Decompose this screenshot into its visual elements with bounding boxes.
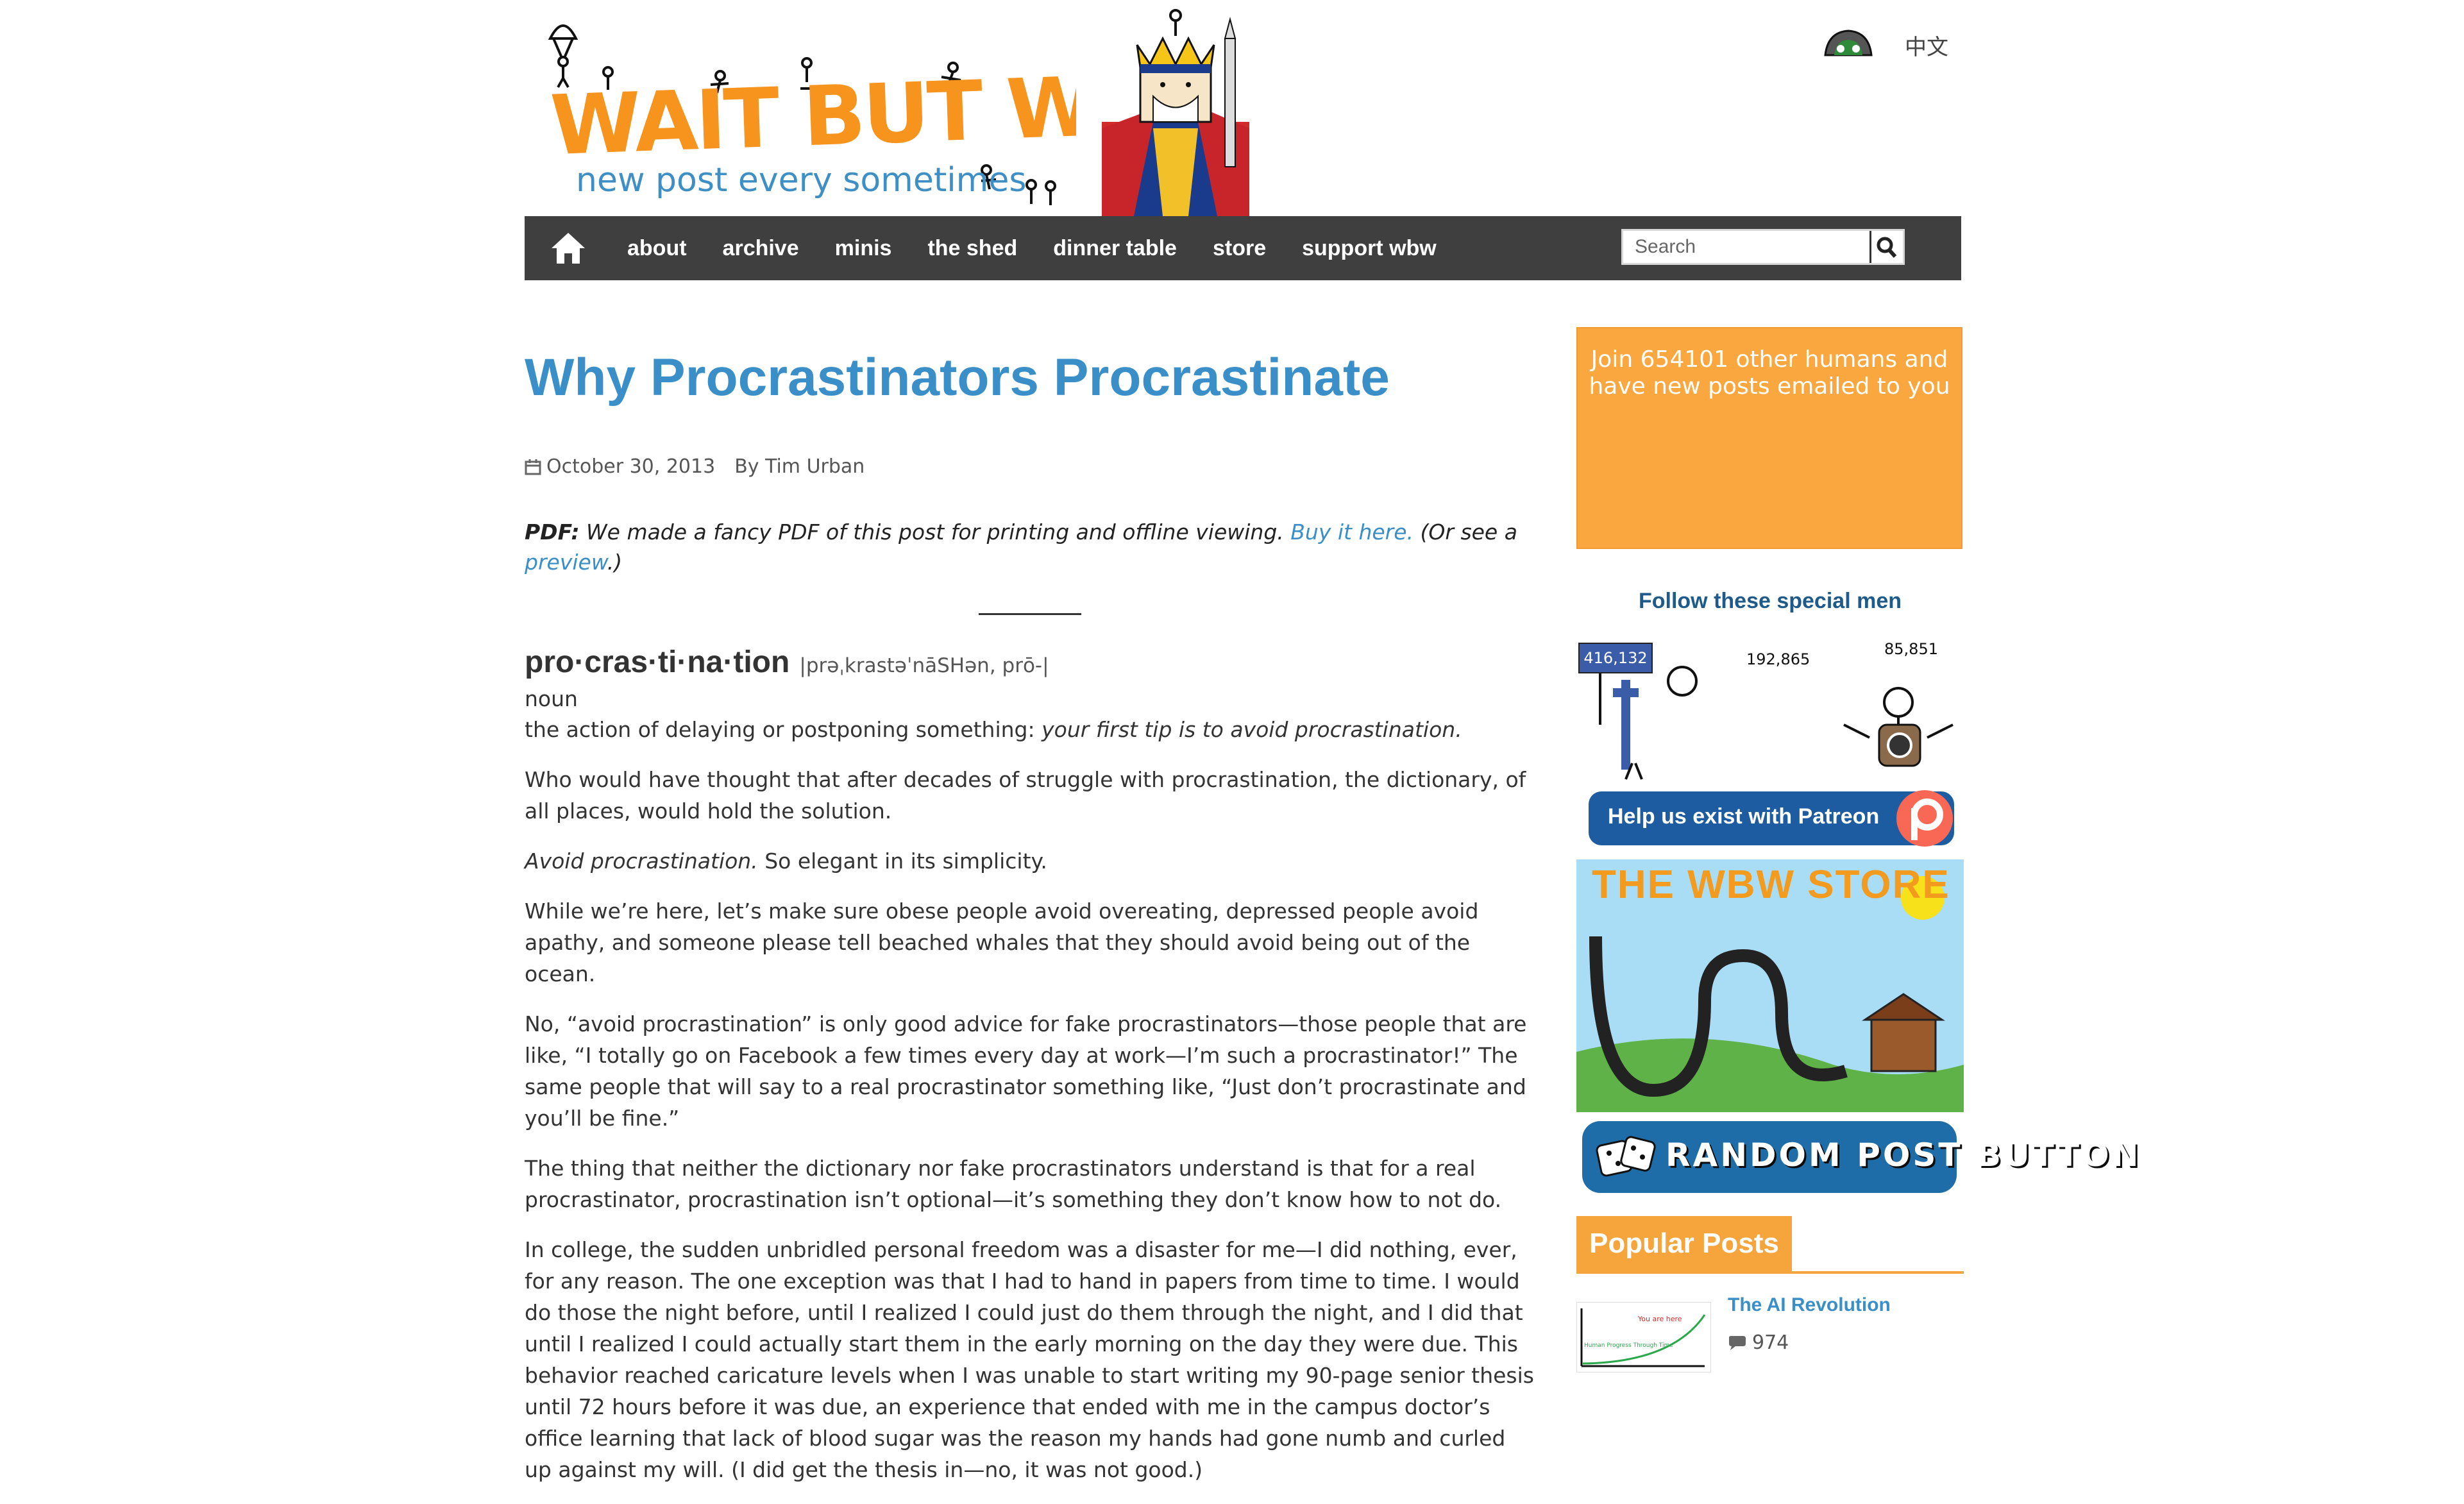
definition-word: pro·cras·ti·na·tion [525,645,790,679]
patreon-icon [1896,790,1953,847]
search-box [1621,229,1905,265]
popular-post-item[interactable]: You are here Human Progress Through Time… [1576,1294,1964,1373]
nav-item-dinner-table[interactable]: dinner table [1053,236,1177,261]
section-divider [979,613,1081,615]
definition-meaning-text: the action of delaying or postponing som… [525,716,1035,742]
dice-icon [1596,1136,1656,1177]
store-banner[interactable]: THE WBW STORE [1576,859,1964,1112]
definition-type: noun [525,686,578,711]
thumb-you-are-here: You are here [1637,1315,1682,1323]
store-title: THE WBW STORE [1592,863,1950,907]
nav-item-the-shed[interactable]: the shed [927,236,1017,261]
popular-post-thumbnail: You are here Human Progress Through Time [1576,1302,1711,1373]
twitter-count[interactable]: 192,865 [1746,650,1810,668]
language-link[interactable]: 中文 [1905,30,1948,61]
instagram-count[interactable]: 85,851 [1876,640,1946,658]
definition-block: pro·cras·ti·na·tion |prəˌkrastəˈnāSHən, … [525,645,1538,745]
thumb-axis-label: Human Progress Through Time [1584,1342,1673,1349]
paragraph: Avoid procrastination. So elegant in its… [525,845,1538,877]
buy-pdf-link[interactable]: Buy it here. [1290,520,1413,545]
definition-pronunciation: |prəˌkrastəˈnāSHən, prō-| [799,654,1049,677]
facebook-count[interactable]: 416,132 [1578,643,1653,673]
paragraph: The thing that neither the dictionary no… [525,1156,1502,1213]
comment-icon [1729,1335,1746,1350]
paragraph: No, “avoid procrastination” is only good… [525,1011,1527,1131]
random-post-button[interactable]: RANDOM POST BUTTON [1582,1121,2138,1193]
search-icon [1877,237,1897,258]
post-title[interactable]: Why Procrastinators Procrastinate [525,346,1538,409]
popular-posts-title: Popular Posts [1576,1216,1792,1271]
popular-post-comments: 974 [1728,1331,1789,1354]
post-date: October 30, 2013 [546,455,716,478]
definition-meaning: the action of delaying or postponing som… [525,714,1538,745]
paragraph-text: So elegant in its simplicity. [764,849,1047,874]
definition-example: your first tip is to avoid procrastinati… [1042,716,1462,742]
patreon-label: Help us exist with Patreon [1608,804,1880,829]
search-input[interactable] [1623,231,1867,263]
pdf-note: PDF: We made a fancy PDF of this post fo… [525,518,1538,577]
paragraph: In college, the sudden unbridled persona… [525,1237,1534,1483]
paragraph: Who would have thought that after decade… [525,767,1526,824]
translate-icon[interactable] [1821,26,1875,59]
paragraph: While we’re here, let’s make sure obese … [525,899,1479,987]
preview-link[interactable]: preview [525,550,607,575]
patreon-button[interactable]: Help us exist with Patreon [1589,790,1954,847]
article-body: Who would have thought that after decade… [525,764,1538,1485]
nav-item-store[interactable]: store [1213,236,1266,261]
logo-tagline: new post every sometimes [576,161,1027,199]
nav-item-archive[interactable]: archive [723,236,799,261]
nav-item-about[interactable]: about [627,236,687,261]
popular-posts-header: Popular Posts [1576,1216,1964,1274]
pdf-see-text: (Or see a [1420,520,1517,545]
nav-item-support-wbw[interactable]: support wbw [1302,236,1437,261]
nav-item-minis[interactable]: minis [835,236,892,261]
paragraph-italic: Avoid procrastination. [525,849,758,874]
email-signup-box[interactable]: Join 654101 other humans and have new po… [1576,327,1962,549]
search-button[interactable] [1869,231,1903,263]
email-signup-text: Join 654101 other humans and have new po… [1589,346,1950,400]
popular-post-title[interactable]: The AI Revolution [1728,1294,1891,1316]
follow-title: Follow these special men [1638,589,1902,613]
pdf-text: We made a fancy PDF of this post for pri… [586,520,1284,545]
king-card-art [1076,0,1275,216]
comment-count: 974 [1752,1331,1789,1354]
post-meta: October 30, 2013 By Tim Urban [525,455,1538,478]
main-nav: about archive minis the shed dinner tabl… [525,216,1961,280]
pdf-label: PDF: [525,520,580,545]
article: Why Procrastinators Procrastinate Octobe… [525,346,1538,1504]
calendar-icon [525,459,541,475]
site-logo[interactable]: WAIT BUT WHY new post every sometimes [525,0,1275,216]
pdf-end-text: .) [607,549,623,575]
post-author[interactable]: By Tim Urban [734,455,865,478]
home-icon[interactable] [550,230,586,265]
random-post-label: RANDOM POST BUTTON [1666,1136,2141,1174]
